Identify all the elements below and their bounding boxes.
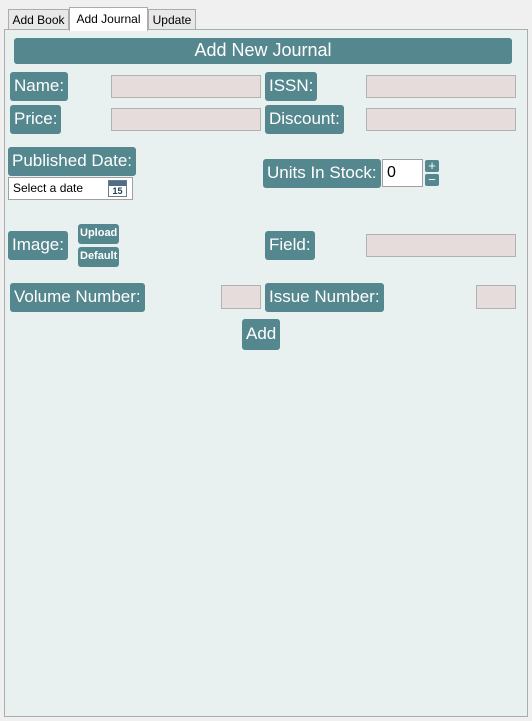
field-input[interactable]	[366, 234, 516, 257]
date-placeholder: Select a date	[13, 181, 84, 195]
volume-number-input[interactable]	[221, 285, 261, 309]
default-button[interactable]: Default	[78, 247, 120, 267]
form-title: Add New Journal	[14, 38, 512, 64]
issn-label: ISSN:	[265, 72, 318, 101]
tab-add-book[interactable]: Add Book	[8, 9, 69, 30]
name-label: Name:	[10, 72, 69, 101]
calendar-icon-day: 15	[112, 186, 123, 196]
units-in-stock-label: Units In Stock:	[263, 159, 381, 188]
issn-input[interactable]	[366, 75, 516, 98]
units-in-stock-input[interactable]: 0	[382, 159, 423, 187]
add-button[interactable]: Add	[242, 319, 281, 350]
stock-decrement-button[interactable]: −	[425, 173, 439, 186]
price-input[interactable]	[111, 108, 261, 131]
upload-button[interactable]: Upload	[78, 224, 120, 244]
image-label: Image:	[8, 231, 68, 260]
field-label: Field:	[265, 231, 315, 260]
tab-update[interactable]: Update	[148, 9, 196, 30]
discount-input[interactable]	[366, 108, 516, 131]
price-label: Price:	[10, 105, 62, 134]
issue-number-input[interactable]	[476, 285, 516, 309]
name-input[interactable]	[111, 75, 261, 98]
published-date-label: Published Date:	[8, 147, 137, 176]
discount-label: Discount:	[265, 105, 344, 134]
volume-number-label: Volume Number:	[10, 283, 145, 312]
published-date-picker[interactable]: Select a date 15	[8, 177, 133, 200]
calendar-icon[interactable]: 15	[108, 180, 127, 197]
stock-increment-button[interactable]: +	[425, 159, 439, 172]
tab-add-journal[interactable]: Add Journal	[69, 7, 148, 31]
issue-number-label: Issue Number:	[265, 283, 384, 312]
